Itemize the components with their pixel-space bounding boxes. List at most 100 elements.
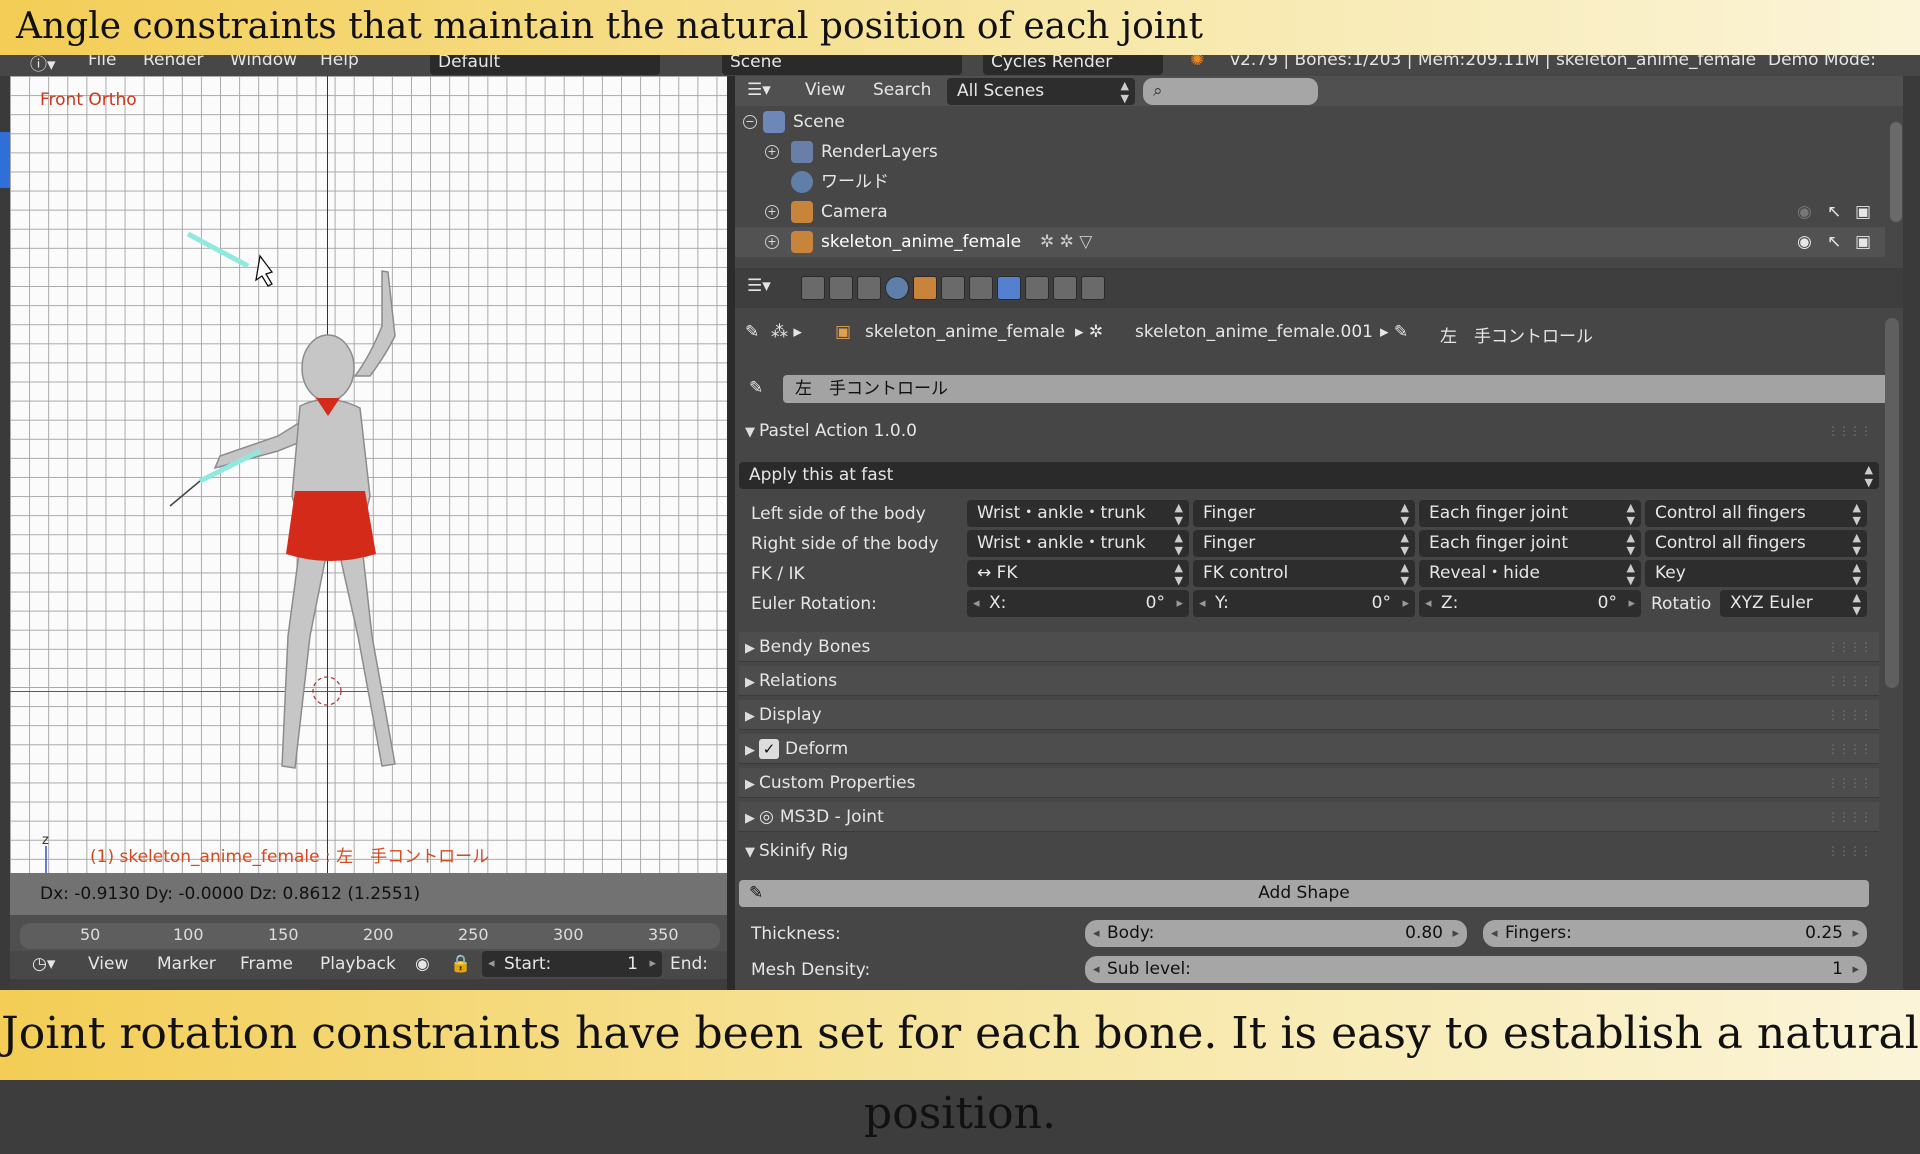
right-finger-select[interactable]: Finger ▲ ▼ <box>1193 530 1415 557</box>
pin-icon[interactable]: ✎ <box>745 322 759 342</box>
panel-deform[interactable]: ▶ ✓ Deform ⋮⋮⋮⋮ <box>739 734 1879 764</box>
timeline-tick: 300 <box>553 925 584 944</box>
left-finger-joint-select[interactable]: Each finger joint ▲ ▼ <box>1419 500 1641 527</box>
euler-x-field[interactable]: ◂ X: 0° ▸ <box>967 590 1189 617</box>
3d-viewport[interactable]: Front Ortho z x (1) skeleton_anime_femal… <box>10 76 727 873</box>
timeline-tick: 350 <box>648 925 679 944</box>
properties-editor-icon[interactable]: ☰▾ <box>747 276 771 296</box>
area-splitter[interactable] <box>727 76 735 990</box>
left-wrist-select[interactable]: Wrist・ankle・trunk ▲ ▼ <box>967 500 1189 527</box>
character-model[interactable]: z x <box>10 76 727 873</box>
panel-pastel-action[interactable]: ▼ Pastel Action 1.0.0 ⋮⋮⋮⋮ <box>739 416 1879 446</box>
fk-control-select[interactable]: FK control ▲ ▼ <box>1193 560 1415 587</box>
3d-cursor[interactable] <box>312 676 342 706</box>
bone-icon: ✎ <box>749 378 764 398</box>
scene-small-icon: ⁂ ▸ <box>771 322 802 342</box>
row-label-fk-ik: FK / IK <box>751 564 805 584</box>
properties-editor[interactable]: ☰▾ ✎ ⁂ ▸ ▣ skeleton_anime_female ▸ ✲ ske… <box>735 268 1903 990</box>
panel-custom-properties[interactable]: ▶ Custom Properties ⋮⋮⋮⋮ <box>739 768 1879 798</box>
panel-bendy-bones[interactable]: ▶ Bendy Bones ⋮⋮⋮⋮ <box>739 632 1879 662</box>
render-camera-icon[interactable]: ▣ <box>1855 227 1871 257</box>
render-tab-icon[interactable] <box>801 276 825 300</box>
expand-icon[interactable]: + <box>765 145 779 159</box>
timeline-tick: 100 <box>173 925 204 944</box>
render-camera-icon[interactable]: ▣ <box>1855 197 1871 227</box>
timeline-editor[interactable]: 50 100 150 200 250 300 350 ◷▾ View Marke… <box>10 915 727 979</box>
outliner-row-camera[interactable]: + Camera ◉ ↖ ▣ <box>735 197 1885 227</box>
panel-skinify-rig[interactable]: ▼ Skinify Rig ⋮⋮⋮⋮ <box>739 836 1879 866</box>
start-frame-field[interactable]: ◂ Start: 1 ▸ <box>482 951 662 977</box>
outliner-scrollbar[interactable] <box>1890 122 1902 222</box>
timeline-ruler[interactable]: 50 100 150 200 250 300 350 <box>20 923 720 949</box>
bone-constraints-tab-icon[interactable] <box>1025 276 1049 300</box>
thickness-label: Thickness: <box>751 924 841 944</box>
timeline-menu-frame[interactable]: Frame <box>240 954 293 974</box>
collapse-icon[interactable]: − <box>743 115 757 129</box>
timeline-menu-marker[interactable]: Marker <box>157 954 216 974</box>
reveal-hide-select[interactable]: Reveal・hide ▲ ▼ <box>1419 560 1641 587</box>
display-mode-select[interactable]: All Scenes ▲ ▼ <box>947 78 1135 105</box>
body-thickness-field[interactable]: ◂ Body: 0.80 ▸ <box>1085 920 1467 947</box>
apply-mode-select[interactable]: Apply this at fast ▲ ▼ <box>739 462 1879 489</box>
renderlayer-tab-icon[interactable] <box>829 276 853 300</box>
scene-icon <box>763 111 785 133</box>
bone-tab-icon[interactable] <box>997 276 1021 300</box>
armature-data-tab-icon[interactable] <box>969 276 993 300</box>
physics-tab-icon[interactable] <box>1081 276 1105 300</box>
eye-icon[interactable]: ◉ <box>1797 197 1812 227</box>
deform-checkbox[interactable]: ✓ <box>759 739 779 759</box>
outliner-search-input[interactable]: ⌕ <box>1143 78 1318 105</box>
sub-level-field[interactable]: ◂ Sub level: 1 ▸ <box>1085 956 1867 983</box>
breadcrumb-armature: skeleton_anime_female.001 <box>1135 322 1373 342</box>
constraints-tab-icon[interactable] <box>941 276 965 300</box>
timeline-menu-playback[interactable]: Playback <box>320 954 396 974</box>
right-edge <box>1903 48 1920 990</box>
end-frame-label[interactable]: End: <box>670 954 708 974</box>
eye-icon[interactable]: ◉ <box>1797 227 1812 257</box>
world-tab-icon[interactable] <box>885 276 909 300</box>
lock-icon[interactable]: 🔒 <box>450 954 471 974</box>
select-arrow-icon[interactable]: ↖ <box>1827 197 1841 227</box>
outliner-row-skeleton[interactable]: + skeleton_anime_female ✲ ✲ ▽ ◉ ↖ ▣ <box>735 227 1885 257</box>
euler-z-field[interactable]: ◂ Z: 0° ▸ <box>1419 590 1641 617</box>
right-wrist-select[interactable]: Wrist・ankle・trunk ▲ ▼ <box>967 530 1189 557</box>
outliner-row-world[interactable]: ワールド <box>735 167 1885 197</box>
fk-ik-select[interactable]: ↔ FK ▲ ▼ <box>967 560 1189 587</box>
left-finger-select[interactable]: Finger ▲ ▼ <box>1193 500 1415 527</box>
key-select[interactable]: Key ▲ ▼ <box>1645 560 1867 587</box>
texture-tab-icon[interactable] <box>1053 276 1077 300</box>
panel-title: Pastel Action 1.0.0 <box>759 421 917 441</box>
expand-icon[interactable]: + <box>765 205 779 219</box>
timeline-tick: 200 <box>363 925 394 944</box>
right-finger-joint-select[interactable]: Each finger joint ▲ ▼ <box>1419 530 1641 557</box>
bottom-caption: Joint rotation constraints have been set… <box>0 990 1920 1139</box>
transform-delta: Dx: -0.9130 Dy: -0.0000 Dz: 0.8612 (1.25… <box>40 884 421 904</box>
outliner-row-scene[interactable]: − Scene <box>735 107 1885 137</box>
object-tab-icon[interactable] <box>913 276 937 300</box>
properties-scrollbar[interactable] <box>1885 318 1899 688</box>
pose-icon[interactable]: ✲ ✲ ▽ <box>1040 227 1092 257</box>
expand-icon[interactable]: + <box>765 235 779 249</box>
panel-display[interactable]: ▶ Display ⋮⋮⋮⋮ <box>739 700 1879 730</box>
outliner[interactable]: ☰▾ View Search All Scenes ▲ ▼ ⌕ − Scene + … <box>735 76 1903 268</box>
panel-ms3d-joint[interactable]: ▶ ◎ MS3D - Joint ⋮⋮⋮⋮ <box>739 802 1879 832</box>
panel-relations[interactable]: ▶ Relations ⋮⋮⋮⋮ <box>739 666 1879 696</box>
euler-y-field[interactable]: ◂ Y: 0° ▸ <box>1193 590 1415 617</box>
tool-shelf-tab[interactable] <box>0 132 10 188</box>
outliner-row-renderlayers[interactable]: + RenderLayers <box>735 137 1885 167</box>
outliner-editor-icon[interactable]: ☰▾ <box>747 80 771 100</box>
rotation-mode-select[interactable]: XYZ Euler ▲ ▼ <box>1720 590 1867 617</box>
mesh-density-label: Mesh Density: <box>751 960 871 980</box>
left-all-fingers-select[interactable]: Control all fingers ▲ ▼ <box>1645 500 1867 527</box>
keying-icon[interactable]: ◉ <box>415 954 430 974</box>
right-all-fingers-select[interactable]: Control all fingers ▲ ▼ <box>1645 530 1867 557</box>
select-arrow-icon[interactable]: ↖ <box>1827 227 1841 257</box>
bone-name-input[interactable]: 左 手コントロール <box>783 375 1893 403</box>
outliner-menu-search[interactable]: Search <box>873 80 931 100</box>
outliner-menu-view[interactable]: View <box>805 80 845 100</box>
scene-tab-icon[interactable] <box>857 276 881 300</box>
add-shape-button[interactable]: ✎ Add Shape <box>739 880 1869 907</box>
timeline-menu-view[interactable]: View <box>88 954 128 974</box>
timeline-editor-icon[interactable]: ◷▾ <box>32 954 55 974</box>
fingers-thickness-field[interactable]: ◂ Fingers: 0.25 ▸ <box>1483 920 1867 947</box>
